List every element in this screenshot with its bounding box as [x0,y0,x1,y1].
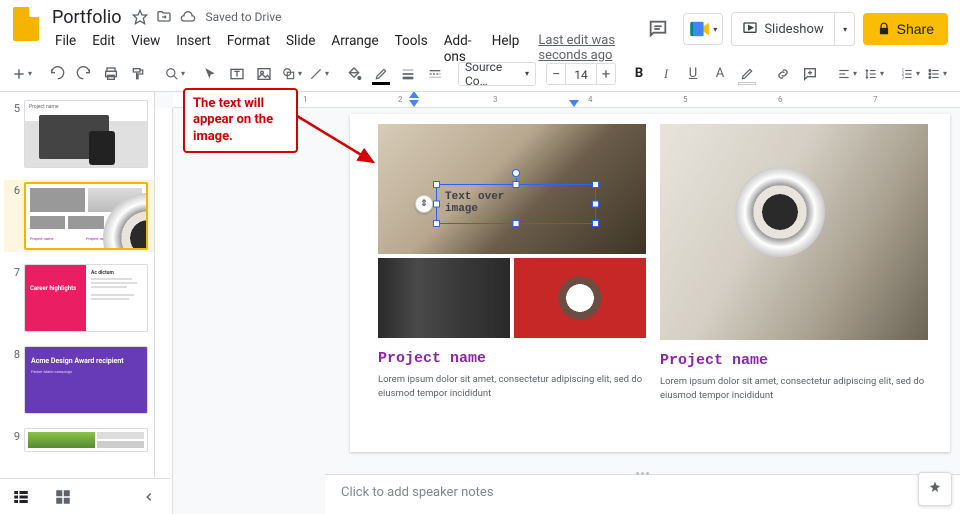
highlight-color-button[interactable] [734,61,760,87]
saved-status: Saved to Drive [205,10,281,24]
project-title-right[interactable]: Project name [660,352,928,369]
resize-handle[interactable] [433,181,440,188]
chevron-down-icon: ▾ [713,25,717,34]
slideshow-button[interactable]: Slideshow [732,21,833,37]
slideshow-dropdown[interactable]: ▾ [834,13,854,45]
slide-image-coffee[interactable] [514,258,646,338]
project-desc-left[interactable]: Lorem ipsum dolor sit amet, consectetur … [378,373,646,402]
font-size-input[interactable]: 14 [566,63,596,85]
new-slide-button[interactable]: ▾ [8,61,34,87]
project-desc-right[interactable]: Lorem ipsum dolor sit amet, consectetur … [660,375,928,404]
lock-icon [877,22,891,36]
zoom-button[interactable]: ▾ [161,61,187,87]
underline-button[interactable]: U [680,61,706,87]
vertical-ruler[interactable] [155,108,173,514]
fill-color-button[interactable] [341,61,367,87]
annotation-arrow [295,104,385,174]
share-button[interactable]: Share [863,13,948,45]
move-folder-icon[interactable] [155,8,173,26]
slide-filmstrip[interactable]: 5 Project name 6 Project nameProject nam… [0,92,155,514]
chevron-down-icon: ▾ [843,25,847,34]
bulleted-list-button[interactable]: ▾ [923,61,949,87]
resize-handle[interactable] [592,201,599,208]
align-button[interactable]: ▾ [833,61,859,87]
line-tool[interactable]: ▾ [305,61,331,87]
filmstrip-view-icon[interactable] [10,486,32,508]
textbox-tool[interactable] [224,61,250,87]
slides-logo[interactable] [8,6,44,42]
resize-handle[interactable] [592,181,599,188]
explore-button[interactable] [918,472,952,506]
svg-text:3: 3 [902,74,905,79]
thumb-slide-8[interactable]: 8 Acme Design Award recipient Parker Mat… [4,344,154,416]
doc-title[interactable]: Portfolio [48,6,125,29]
slide-image-cameras[interactable] [378,258,510,338]
image-tool[interactable] [251,61,277,87]
font-family-select[interactable]: Source Co…▾ [458,62,536,86]
slide-canvas[interactable]: Text overimage ⇕ [350,114,950,452]
annotation-callout: The text will appear on the image. [183,88,298,153]
meet-button[interactable]: ▾ [683,13,723,45]
project-title-left[interactable]: Project name [378,350,646,367]
border-dash-button[interactable] [422,61,448,87]
line-spacing-button[interactable]: ▾ [860,61,886,87]
filmstrip-footer [0,478,170,514]
paint-format-button[interactable] [125,61,151,87]
star-icon[interactable] [131,8,149,26]
border-weight-button[interactable] [395,61,421,87]
notes-resize-grip[interactable] [628,472,658,478]
autofit-handle[interactable]: ⇕ [415,195,433,213]
resize-handle[interactable] [513,181,520,188]
rotate-handle[interactable] [512,169,520,177]
grid-view-icon[interactable] [52,486,74,508]
collapse-filmstrip-icon[interactable] [138,486,160,508]
text-color-button[interactable]: A [707,61,733,87]
thumb-slide-6[interactable]: 6 Project nameProject name [4,180,154,252]
slide-image-speaker[interactable] [660,124,928,340]
resize-handle[interactable] [433,220,440,227]
speaker-notes[interactable]: Click to add speaker notes [325,474,960,514]
font-size-decrease[interactable]: − [546,63,566,85]
redo-button[interactable] [71,61,97,87]
thumb-slide-7[interactable]: 7 Career highlights Ac dictum [4,262,154,334]
resize-handle[interactable] [592,220,599,227]
font-size-increase[interactable]: + [596,63,616,85]
numbered-list-button[interactable]: 123▾ [896,61,922,87]
slide-image-mixer[interactable]: Text overimage ⇕ [378,124,646,254]
toolbar: ▾ ▾ ▾ ▾ Source Co…▾ − 14 + B I U A ▾ ▾ 1… [0,56,960,92]
thumb-slide-5[interactable]: 5 Project name [4,98,154,170]
insert-comment-button[interactable] [797,61,823,87]
resize-handle[interactable] [433,201,440,208]
border-color-button[interactable] [368,61,394,87]
print-button[interactable] [98,61,124,87]
canvas-area[interactable]: 1 2 3 4 5 6 7 Text overimage [155,92,960,514]
insert-link-button[interactable] [770,61,796,87]
select-tool[interactable] [197,61,223,87]
undo-button[interactable] [44,61,70,87]
comments-icon[interactable] [641,12,675,46]
bold-button[interactable]: B [626,61,652,87]
cloud-saved-icon[interactable] [179,8,197,26]
slideshow-label: Slideshow [764,22,823,37]
shape-tool[interactable]: ▾ [278,61,304,87]
thumb-slide-9[interactable]: 9 [4,426,154,454]
share-label: Share [897,21,934,37]
italic-button[interactable]: I [653,61,679,87]
header-bar: Portfolio Saved to Drive File Edit View … [0,0,960,56]
play-icon [742,21,758,37]
text-box-selected[interactable]: Text overimage ⇕ [436,184,596,224]
resize-handle[interactable] [513,220,520,227]
